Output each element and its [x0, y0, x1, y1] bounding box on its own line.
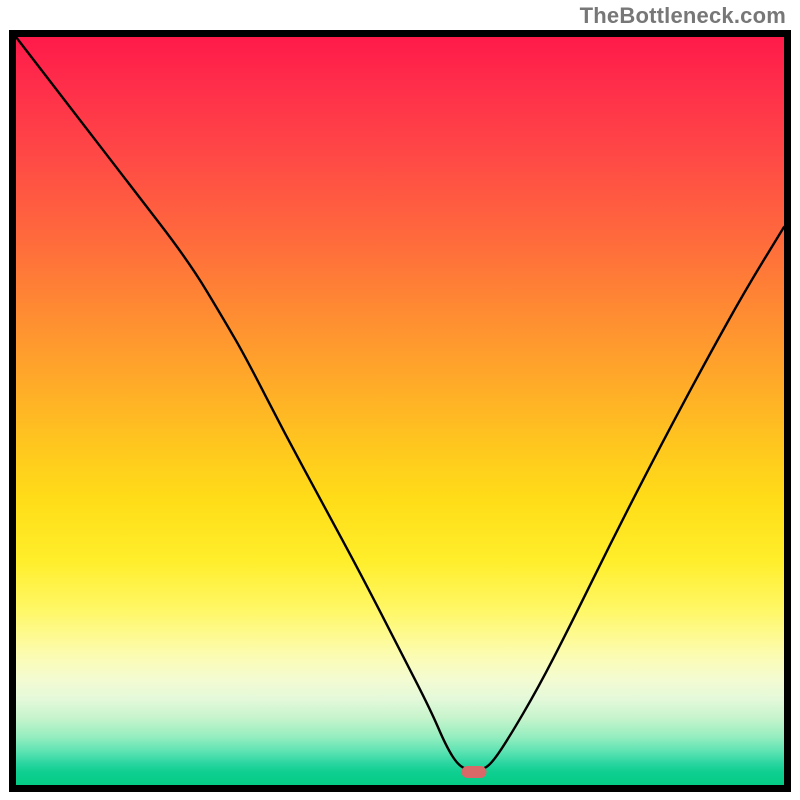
- bottleneck-curve: [16, 37, 784, 785]
- watermark-text: TheBottleneck.com: [580, 3, 786, 29]
- optimal-point-marker: [461, 766, 486, 778]
- chart-container: TheBottleneck.com: [0, 0, 800, 800]
- plot-frame: [9, 30, 791, 792]
- plot-area: [16, 37, 784, 785]
